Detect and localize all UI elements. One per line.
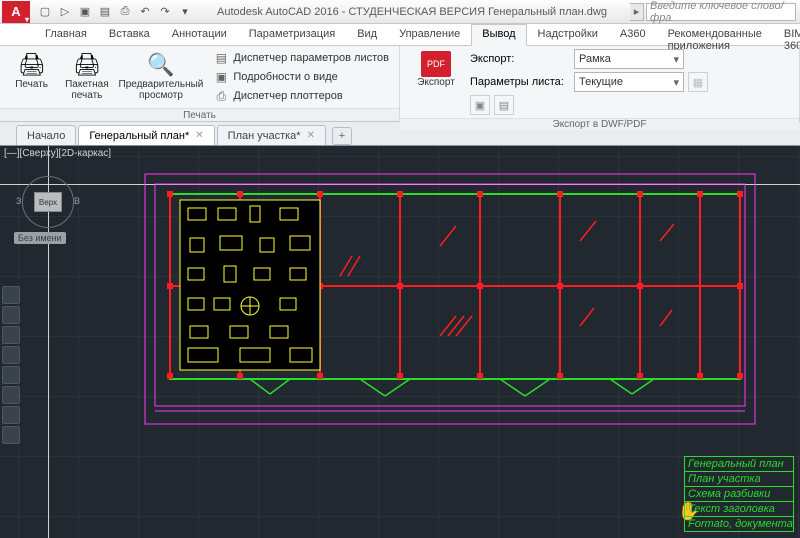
preview-label: Предварительный просмотр xyxy=(119,79,204,101)
panel-export: PDF Экспорт Экспорт: Рамка ▾ Параметры ли… xyxy=(400,46,800,121)
navigation-bar xyxy=(2,286,22,444)
export-type-combo[interactable]: Рамка ▾ xyxy=(574,49,684,69)
quick-access-toolbar: ▢ ▷ ▣ ▤ ⎙ ↶ ↷ ▾ xyxy=(36,3,194,21)
new-doc-button[interactable]: + xyxy=(332,127,352,145)
tab-a360[interactable]: A360 xyxy=(609,24,657,45)
pdf-icon: PDF xyxy=(421,51,451,77)
doc-tab-genplan[interactable]: Генеральный план* ✕ xyxy=(78,125,214,145)
nav-tool[interactable] xyxy=(2,306,20,324)
title-block-row: Схема разбивки xyxy=(685,487,793,502)
nav-tool[interactable] xyxy=(2,346,20,364)
print-button[interactable]: 🖨 Печать xyxy=(6,49,57,92)
tab-insert[interactable]: Вставка xyxy=(98,24,161,45)
doc-tab-plan[interactable]: План участка* ✕ xyxy=(217,125,326,145)
doc-tab-label: План участка* xyxy=(228,130,301,142)
nav-tool[interactable] xyxy=(2,386,20,404)
app-menu-button[interactable]: A xyxy=(2,1,30,23)
print-icon[interactable]: ⎙ xyxy=(116,3,134,21)
doc-tab-label: Генеральный план* xyxy=(89,130,189,142)
tab-output[interactable]: Вывод xyxy=(471,24,526,46)
drawing-content xyxy=(140,166,760,436)
title-block-row: Генеральный план xyxy=(685,457,793,472)
nav-tool[interactable] xyxy=(2,426,20,444)
preview-button[interactable]: 🔍 Предварительный просмотр xyxy=(117,49,206,103)
tab-annotate[interactable]: Аннотации xyxy=(161,24,238,45)
ribbon-tabs: Главная Вставка Аннотации Параметризация… xyxy=(0,24,800,46)
title-block: Генеральный план План участка Схема разб… xyxy=(684,456,794,532)
export-button[interactable]: PDF Экспорт xyxy=(406,49,466,90)
close-icon[interactable]: ✕ xyxy=(307,130,315,141)
plotter-mgr-label: Диспетчер плоттеров xyxy=(233,90,342,102)
doc-tab-label: Начало xyxy=(27,130,65,142)
tab-parametric[interactable]: Параметризация xyxy=(238,24,346,45)
chevron-down-icon: ▾ xyxy=(673,53,679,66)
redo-icon[interactable]: ↷ xyxy=(156,3,174,21)
export-opt1-button[interactable]: ▣ xyxy=(470,95,490,115)
tab-bim360[interactable]: BIM 360 xyxy=(773,24,800,45)
nav-tool[interactable] xyxy=(2,286,20,304)
compass-west: З xyxy=(16,196,21,206)
ucs-name-label[interactable]: Без имени xyxy=(14,232,66,244)
drawing-canvas[interactable]: [—][Сверху][2D-каркас] Верх З В Без имен… xyxy=(0,146,800,538)
tab-home[interactable]: Главная xyxy=(34,24,98,45)
sheet-combo-label: Параметры листа: xyxy=(470,76,570,88)
page-setup-icon: ▤ xyxy=(213,50,229,66)
tab-view[interactable]: Вид xyxy=(346,24,388,45)
viewport-label[interactable]: [—][Сверху][2D-каркас] xyxy=(4,148,111,159)
tab-featured[interactable]: Рекомендованные приложения xyxy=(657,24,773,45)
batch-printer-icon: 🖨 xyxy=(71,51,103,79)
viewcube[interactable]: Верх З В xyxy=(22,176,74,228)
compass-east: В xyxy=(74,196,80,206)
search-arrow-icon[interactable]: ▸ xyxy=(630,3,644,21)
batch-print-label: Пакетная печать xyxy=(63,79,110,101)
print-label: Печать xyxy=(15,79,48,90)
viewcube-face[interactable]: Верх xyxy=(34,192,62,212)
batch-print-button[interactable]: 🖨 Пакетная печать xyxy=(61,49,112,103)
page-setup-button[interactable]: ▤ Диспетчер параметров листов xyxy=(209,49,393,67)
page-setup-label: Диспетчер параметров листов xyxy=(233,52,389,64)
sheet-params-combo[interactable]: Текущие ▾ xyxy=(574,72,684,92)
title-block-row: План участка xyxy=(685,472,793,487)
export-type-value: Рамка xyxy=(579,53,611,65)
printer-icon: 🖨 xyxy=(16,51,48,79)
view-details-button[interactable]: ▣ Подробности о виде xyxy=(209,68,393,86)
nav-tool[interactable] xyxy=(2,406,20,424)
title-block-row: Текст заголовка xyxy=(685,502,793,517)
panel-print: 🖨 Печать 🖨 Пакетная печать 🔍 Предварител… xyxy=(0,46,400,121)
undo-icon[interactable]: ↶ xyxy=(136,3,154,21)
nav-tool[interactable] xyxy=(2,366,20,384)
magnifier-icon: 🔍 xyxy=(145,51,177,79)
qat-more-icon[interactable]: ▾ xyxy=(176,3,194,21)
view-details-label: Подробности о виде xyxy=(233,71,337,83)
save-icon[interactable]: ▣ xyxy=(76,3,94,21)
plotter-icon: ⎙ xyxy=(213,88,229,104)
chevron-down-icon: ▾ xyxy=(673,76,679,89)
plotter-mgr-button[interactable]: ⎙ Диспетчер плоттеров xyxy=(209,87,393,105)
export-opt2-button[interactable]: ▤ xyxy=(494,95,514,115)
title-block-row: Formato, документация xyxy=(685,517,793,531)
new-icon[interactable]: ▢ xyxy=(36,3,54,21)
panel-export-title: Экспорт в DWF/PDF xyxy=(400,118,799,130)
window-title: Autodesk AutoCAD 2016 - СТУДЕНЧЕСКАЯ ВЕР… xyxy=(194,6,630,18)
view-details-icon: ▣ xyxy=(213,69,229,85)
search-input[interactable]: Введите ключевое слово/фра xyxy=(646,3,796,21)
saveas-icon[interactable]: ▤ xyxy=(96,3,114,21)
tab-manage[interactable]: Управление xyxy=(388,24,471,45)
open-icon[interactable]: ▷ xyxy=(56,3,74,21)
panel-print-title: Печать xyxy=(0,108,399,121)
export-combo-label: Экспорт: xyxy=(470,53,570,65)
title-bar: A ▢ ▷ ▣ ▤ ⎙ ↶ ↷ ▾ Autodesk AutoCAD 2016 … xyxy=(0,0,800,24)
tab-addins[interactable]: Надстройки xyxy=(527,24,609,45)
nav-tool[interactable] xyxy=(2,326,20,344)
close-icon[interactable]: ✕ xyxy=(195,130,203,141)
ribbon-body: 🖨 Печать 🖨 Пакетная печать 🔍 Предварител… xyxy=(0,46,800,122)
sheet-options-button[interactable]: ▦ xyxy=(688,72,708,92)
doc-tab-start[interactable]: Начало xyxy=(16,125,76,145)
export-label: Экспорт xyxy=(417,77,455,88)
sheet-params-value: Текущие xyxy=(579,76,623,88)
